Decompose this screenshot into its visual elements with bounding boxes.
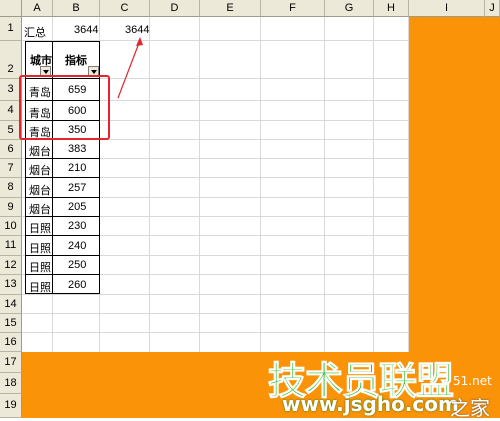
row-header-16[interactable]: 16 — [0, 333, 22, 352]
column-header-g[interactable]: G — [325, 0, 374, 17]
row-header-10[interactable]: 10 — [0, 217, 22, 236]
highlight-box — [19, 75, 110, 140]
summary-value-c[interactable]: 3644 — [125, 24, 149, 36]
table-cell-city[interactable]: 日照 — [29, 240, 51, 256]
grid-hline — [22, 313, 409, 314]
table-cell-value[interactable]: 210 — [68, 162, 86, 174]
table-cell-value[interactable]: 230 — [68, 220, 86, 232]
table-cell-city[interactable]: 烟台 — [29, 143, 51, 159]
grid-vline — [373, 17, 374, 352]
row-header-12[interactable]: 12 — [0, 256, 22, 275]
row-header-2[interactable]: 2 — [0, 41, 22, 79]
grid-vline — [260, 17, 261, 352]
column-header-b[interactable]: B — [53, 0, 100, 17]
table-row-divider — [25, 274, 100, 275]
table-row-divider — [25, 216, 100, 217]
column-header-i[interactable]: I — [409, 0, 485, 17]
row-header-6[interactable]: 6 — [0, 140, 22, 159]
table-row-divider — [25, 158, 100, 159]
table-cell-city[interactable]: 日照 — [29, 220, 51, 236]
select-all-corner[interactable] — [0, 0, 22, 17]
table-cell-value[interactable]: 240 — [68, 240, 86, 252]
header-metric: 指标 — [65, 55, 87, 67]
table-cell-value[interactable]: 205 — [68, 201, 86, 213]
row-header-17[interactable]: 17 — [0, 352, 22, 373]
watermark-small: 51.net — [453, 374, 492, 388]
column-header-h[interactable]: H — [374, 0, 409, 17]
row-header-1[interactable]: 1 — [0, 17, 22, 41]
grid-hline — [22, 294, 409, 295]
table-cell-value[interactable]: 250 — [68, 259, 86, 271]
row-header-19[interactable]: 19 — [0, 394, 22, 418]
watermark-url: www.jsgho.com — [282, 392, 459, 416]
column-header-d[interactable]: D — [150, 0, 200, 17]
table-cell-value[interactable]: 260 — [68, 279, 86, 291]
spreadsheet: ABCDEFGHIJ 1 2 3 4 5 6 7 8 9 10 11 12 13 14 15 16 17 18 19… — [0, 0, 500, 420]
column-header-j[interactable]: J — [485, 0, 500, 17]
column-header-f[interactable]: F — [261, 0, 325, 17]
table-row-divider — [25, 235, 100, 236]
row-header-11[interactable]: 11 — [0, 236, 22, 256]
table-row-divider — [25, 197, 100, 198]
grid-vline — [149, 17, 150, 352]
grid-hline — [22, 332, 409, 333]
table-cell-value[interactable]: 257 — [68, 182, 86, 194]
table-row-divider — [25, 255, 100, 256]
table-cell-city[interactable]: 烟台 — [29, 201, 51, 217]
grid-vline — [324, 17, 325, 352]
column-header-e[interactable]: E — [200, 0, 261, 17]
watermark-suffix: 之家 — [450, 396, 490, 420]
row-header-14[interactable]: 14 — [0, 295, 22, 314]
row-header-18[interactable]: 18 — [0, 373, 22, 394]
column-header-c[interactable]: C — [100, 0, 150, 17]
summary-value-b[interactable]: 3644 — [74, 24, 98, 36]
column-header-a[interactable]: A — [22, 0, 53, 17]
grid-vline — [199, 17, 200, 352]
row-header-7[interactable]: 7 — [0, 159, 22, 178]
table-cell-city[interactable]: 日照 — [29, 279, 51, 295]
row-header-9[interactable]: 9 — [0, 198, 22, 217]
table-cell-city[interactable]: 烟台 — [29, 162, 51, 178]
row-header-8[interactable]: 8 — [0, 178, 22, 198]
table-cell-city[interactable]: 烟台 — [29, 182, 51, 198]
row-header-15[interactable]: 15 — [0, 314, 22, 333]
table-row-divider — [25, 177, 100, 178]
table-cell-value[interactable]: 383 — [68, 143, 86, 155]
table-cell-city[interactable]: 日照 — [29, 259, 51, 275]
grid-vline — [408, 17, 409, 352]
row-header-13[interactable]: 13 — [0, 275, 22, 295]
summary-label[interactable]: 汇总 — [24, 24, 46, 40]
